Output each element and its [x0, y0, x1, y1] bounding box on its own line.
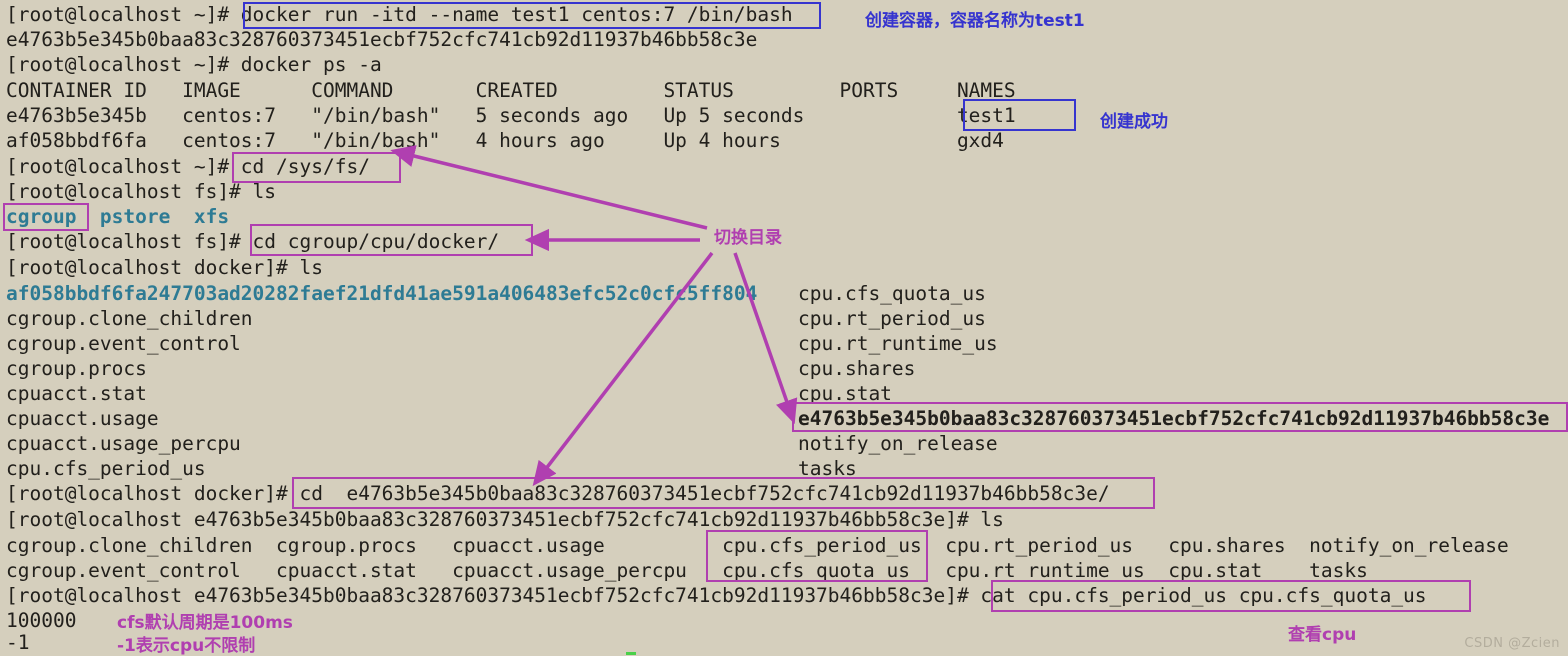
terminal-line-ps-row-2: af058bbdf6fa centos:7 "/bin/bash" 4 hour…: [6, 129, 1004, 152]
terminal-line-command-cat: [root@localhost e4763b5e345b0baa83c32876…: [6, 584, 1427, 607]
annotation-cfs-default-period: cfs默认周期是100ms: [117, 613, 293, 633]
terminal-file-cpuacct-usage-percpu: cpuacct.usage_percpu: [6, 432, 241, 455]
terminal-file-cgroup-event-control: cgroup.event_control: [6, 332, 241, 355]
terminal-line-ls-fs-output: cgroup pstore xfs: [6, 205, 230, 228]
terminal-line-command-ls-docker: [root@localhost docker]# ls: [6, 256, 323, 279]
terminal-file-cpu-rt-runtime-us: cpu.rt_runtime_us: [798, 332, 998, 355]
annotation-switch-directory: 切换目录: [714, 228, 782, 248]
csdn-watermark: CSDN @Zcien: [1464, 636, 1560, 651]
terminal-line-ps-row-1: e4763b5e345b centos:7 "/bin/bash" 5 seco…: [6, 104, 1016, 127]
terminal-line-ls-container-row-2: cgroup.event_control cpuacct.stat cpuacc…: [6, 559, 1368, 582]
terminal-window: [root@localhost ~]# docker run -itd --na…: [0, 0, 1568, 656]
terminal-line-cat-output-quota: -1: [6, 631, 30, 654]
terminal-file-cpu-rt-period-us: cpu.rt_period_us: [798, 307, 986, 330]
terminal-line-command-cd-sysfs: [root@localhost ~]# cd /sys/fs/: [6, 155, 370, 178]
terminal-line-command-docker-run: [root@localhost ~]# docker run -itd --na…: [6, 3, 793, 26]
arrow-to-cd-sysfs: [390, 145, 708, 230]
annotation-create-success: 创建成功: [1100, 112, 1168, 132]
terminal-file-tasks: tasks: [798, 457, 857, 480]
terminal-line-command-cd-cgroup: [root@localhost fs]# cd cgroup/cpu/docke…: [6, 230, 500, 253]
terminal-file-e4763-dir: e4763b5e345b0baa83c328760373451ecbf752cf…: [798, 407, 1550, 430]
terminal-file-cpuacct-usage: cpuacct.usage: [6, 407, 159, 430]
terminal-file-cpuacct-stat: cpuacct.stat: [6, 382, 147, 405]
annotation-create-container: 创建容器，容器名称为test1: [865, 11, 1085, 31]
terminal-file-cpu-cfs-quota-us: cpu.cfs_quota_us: [798, 282, 986, 305]
terminal-file-cgroup-clone-children: cgroup.clone_children: [6, 307, 253, 330]
terminal-line-container-id: e4763b5e345b0baa83c328760373451ecbf752cf…: [6, 28, 758, 51]
terminal-line-command-docker-ps: [root@localhost ~]# docker ps -a: [6, 53, 382, 76]
terminal-file-af058-dir: af058bbdf6fa247703ad20282faef21dfd41ae59…: [6, 282, 758, 305]
arrow-to-container-dir: [733, 252, 798, 425]
terminal-file-cpu-shares: cpu.shares: [798, 357, 916, 380]
annotation-view-cpu: 查看cpu: [1288, 625, 1357, 645]
terminal-line-command-ls-container: [root@localhost e4763b5e345b0baa83c32876…: [6, 508, 1004, 531]
terminal-file-notify-on-release: notify_on_release: [798, 432, 998, 455]
terminal-line-command-cd-container: [root@localhost docker]# cd e4763b5e345b…: [6, 482, 1110, 505]
terminal-line-ls-container-row-1: cgroup.clone_children cgroup.procs cpuac…: [6, 534, 1509, 557]
terminal-file-cpu-cfs-period-us: cpu.cfs_period_us: [6, 457, 206, 480]
terminal-file-cpu-stat: cpu.stat: [798, 382, 892, 405]
terminal-line-ps-header: CONTAINER ID IMAGE COMMAND CREATED STATU…: [6, 79, 1016, 102]
annotation-cpu-unlimited: -1表示cpu不限制: [117, 636, 256, 656]
terminal-file-cgroup-procs: cgroup.procs: [6, 357, 147, 380]
terminal-line-command-ls-fs: [root@localhost fs]# ls: [6, 180, 277, 203]
